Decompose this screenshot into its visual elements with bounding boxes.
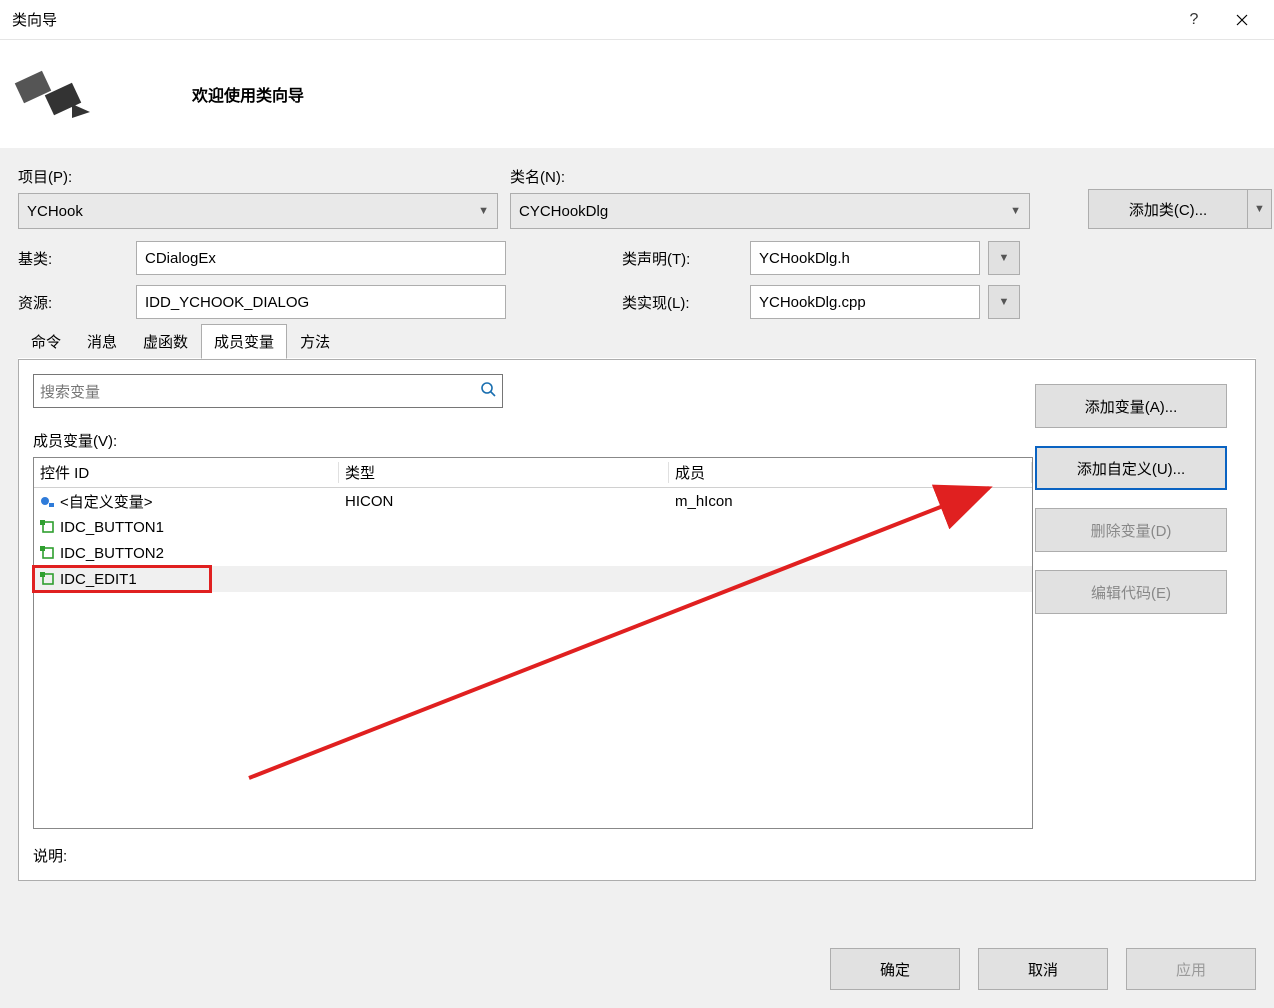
apply-button[interactable]: 应用	[1126, 948, 1256, 990]
cancel-button[interactable]: 取消	[978, 948, 1108, 990]
column-header-member[interactable]: 成员	[669, 462, 1032, 483]
row-id: <自定义变量>	[60, 491, 153, 512]
declaration-label: 类声明(T):	[622, 248, 742, 269]
search-input[interactable]: 搜索变量	[33, 374, 503, 408]
tab-0[interactable]: 命令	[18, 324, 74, 359]
implementation-field: YCHookDlg.cpp	[750, 285, 980, 319]
implementation-label: 类实现(L):	[622, 292, 742, 313]
add-class-label: 添加类(C)...	[1088, 189, 1248, 229]
row-type: HICON	[339, 493, 669, 510]
implementation-dropdown[interactable]: ▼	[988, 285, 1020, 319]
tab-1[interactable]: 消息	[74, 324, 130, 359]
tab-4[interactable]: 方法	[287, 324, 343, 359]
help-button[interactable]: ?	[1170, 0, 1218, 40]
close-button[interactable]	[1218, 0, 1266, 40]
resource-label: 资源:	[18, 292, 128, 313]
window-title: 类向导	[8, 9, 1170, 30]
search-placeholder: 搜索变量	[40, 381, 100, 402]
row-id: IDC_BUTTON1	[60, 519, 164, 536]
close-icon	[1236, 14, 1248, 26]
add-class-dropdown[interactable]: ▼	[1248, 189, 1272, 229]
classname-combo[interactable]: CYCHookDlg ▼	[510, 193, 1030, 229]
chevron-down-icon: ▼	[478, 205, 489, 217]
member-vars-label: 成员变量(V):	[33, 430, 1033, 451]
table-row[interactable]: IDC_BUTTON1	[34, 514, 1032, 540]
description-label: 说明:	[33, 845, 1033, 866]
baseclass-label: 基类:	[18, 248, 128, 269]
add-custom-button[interactable]: 添加自定义(U)...	[1035, 446, 1227, 490]
row-icon	[40, 546, 56, 560]
baseclass-field: CDialogEx	[136, 241, 506, 275]
column-header-id[interactable]: 控件 ID	[34, 462, 339, 483]
chevron-down-icon: ▼	[1010, 205, 1021, 217]
row-icon	[40, 494, 56, 508]
project-label: 项目(P):	[18, 166, 498, 187]
tab-2[interactable]: 虚函数	[130, 324, 201, 359]
declaration-dropdown[interactable]: ▼	[988, 241, 1020, 275]
classname-label: 类名(N):	[510, 166, 1030, 187]
row-icon	[40, 520, 56, 534]
wizard-icon	[12, 58, 92, 130]
tab-panel-member-vars: 搜索变量 成员变量(V): 控件 ID 类型 成员 <自定义变量> HICONm_…	[18, 359, 1256, 881]
project-value: YCHook	[27, 203, 83, 220]
tab-bar: 命令消息虚函数成员变量方法	[18, 323, 1256, 359]
search-icon	[480, 381, 496, 402]
ok-button[interactable]: 确定	[830, 948, 960, 990]
row-member: m_hIcon	[669, 493, 1032, 510]
table-row[interactable]: IDC_EDIT1	[34, 566, 1032, 592]
edit-code-button[interactable]: 编辑代码(E)	[1035, 570, 1227, 614]
table-row[interactable]: IDC_BUTTON2	[34, 540, 1032, 566]
row-id: IDC_EDIT1	[60, 571, 137, 588]
welcome-text: 欢迎使用类向导	[192, 82, 304, 106]
resource-field: IDD_YCHOOK_DIALOG	[136, 285, 506, 319]
delete-variable-button[interactable]: 删除变量(D)	[1035, 508, 1227, 552]
table-row[interactable]: <自定义变量> HICONm_hIcon	[34, 488, 1032, 514]
add-variable-button[interactable]: 添加变量(A)...	[1035, 384, 1227, 428]
member-variable-table: 控件 ID 类型 成员 <自定义变量> HICONm_hIcon IDC_BUTTO…	[33, 457, 1033, 829]
tab-3[interactable]: 成员变量	[201, 324, 287, 359]
row-icon	[40, 572, 56, 586]
declaration-field: YCHookDlg.h	[750, 241, 980, 275]
project-combo[interactable]: YCHook ▼	[18, 193, 498, 229]
row-id: IDC_BUTTON2	[60, 545, 164, 562]
column-header-type[interactable]: 类型	[339, 462, 669, 483]
add-class-button[interactable]: 添加类(C)... ▼	[1088, 189, 1272, 229]
classname-value: CYCHookDlg	[519, 203, 608, 220]
